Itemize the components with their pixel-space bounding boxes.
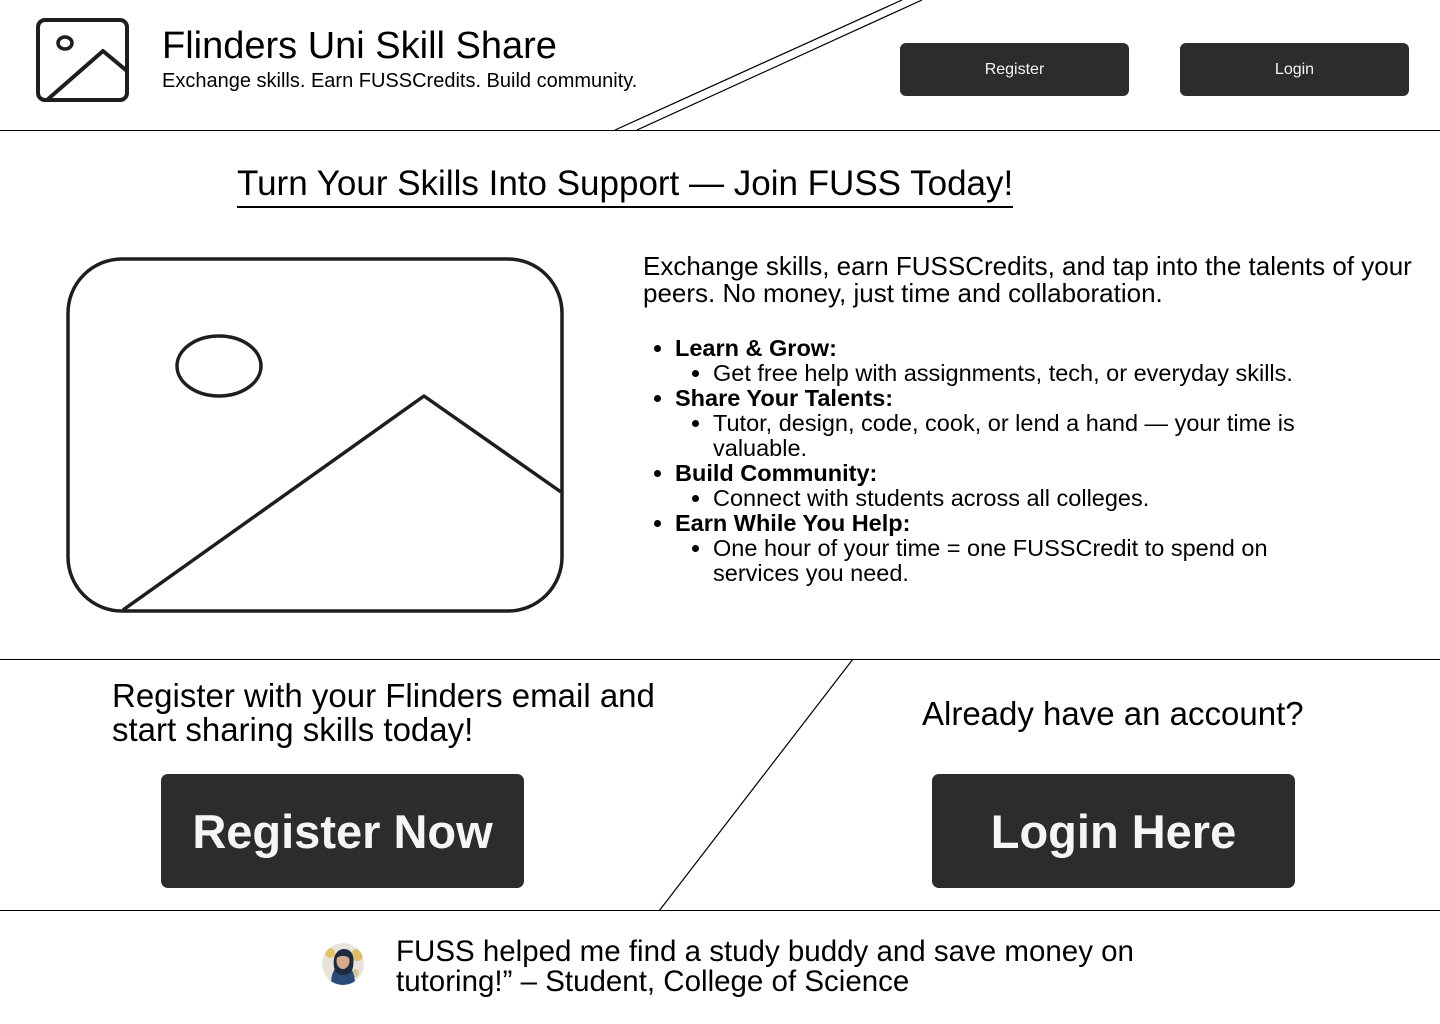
login-button[interactable]: Login [1180,43,1409,96]
intro-text: Exchange skills, earn FUSSCredits, and t… [643,251,1412,308]
header-divider [0,130,1440,131]
testimonial-quote: FUSS helped me find a study buddy and sa… [396,935,1134,998]
login-here-button[interactable]: Login Here [932,774,1295,888]
decorative-diagonal-line [658,659,854,911]
site-tagline: Exchange skills. Earn FUSSCredits. Build… [162,70,638,92]
login-prompt: Already have an account? [922,695,1304,732]
footer-divider [0,910,1440,911]
benefit-title: Share Your Talents: [675,385,894,411]
benefit-detail: Get free help with assignments, tech, or… [713,361,1333,386]
benefit-detail: Tutor, design, code, cook, or lend a han… [713,411,1333,461]
benefit-item: Learn & Grow: Get free help with assignm… [675,336,1415,386]
page: Flinders Uni Skill Share Exchange skills… [0,0,1440,1024]
benefit-item: Build Community: Connect with students a… [675,461,1415,511]
register-button[interactable]: Register [900,43,1129,96]
avatar [322,943,364,985]
decorative-diagonal-lines [614,0,923,131]
benefit-detail: Connect with students across all college… [713,486,1333,511]
benefit-title: Learn & Grow: [675,335,837,361]
register-prompt: Register with your Flinders email and st… [112,677,655,748]
site-title: Flinders Uni Skill Share [162,25,557,67]
benefit-title: Build Community: [675,460,878,486]
hero-title-link[interactable]: Turn Your Skills Into Support — Join FUS… [237,162,1014,208]
hero-image-placeholder-icon [66,257,564,613]
register-now-button[interactable]: Register Now [161,774,524,888]
benefit-item: Earn While You Help: One hour of your ti… [675,511,1415,586]
benefit-item: Share Your Talents: Tutor, design, code,… [675,386,1415,461]
logo-image-placeholder-icon[interactable] [36,18,130,102]
benefit-title: Earn While You Help: [675,510,911,536]
benefit-detail: One hour of your time = one FUSSCredit t… [713,536,1333,586]
benefits-list: Learn & Grow: Get free help with assignm… [643,336,1415,586]
site-header: Flinders Uni Skill Share Exchange skills… [0,0,1440,131]
